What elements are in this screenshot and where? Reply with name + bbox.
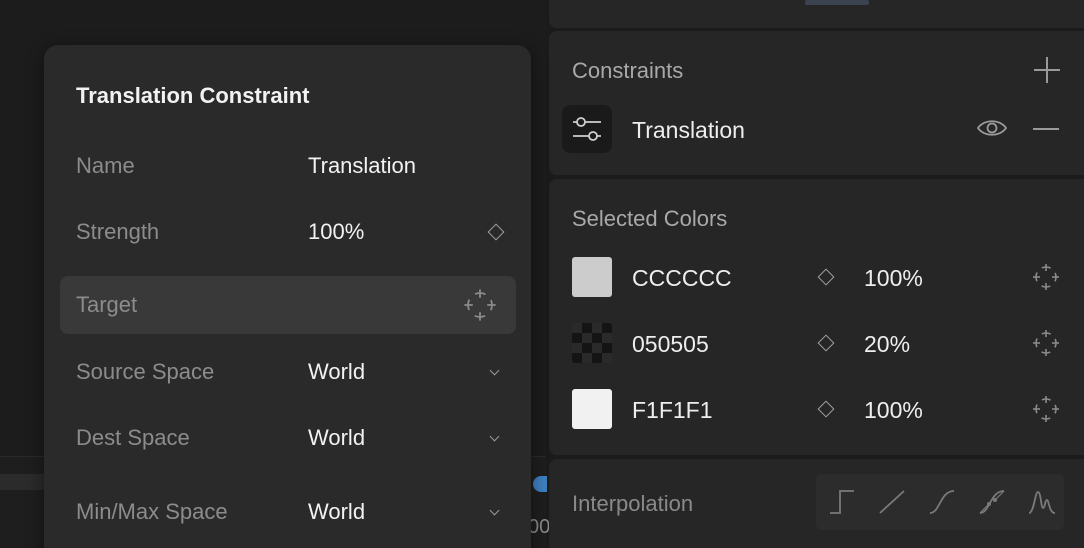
popover-title: Translation Constraint [76,83,310,108]
playhead-handle[interactable] [533,476,547,492]
property-label: Name [76,153,135,178]
custom-bezier-icon[interactable] [976,486,1008,518]
value-chip[interactable] [805,0,869,5]
remove-constraint-button[interactable] [1033,128,1059,130]
keyframe-diamond-icon[interactable] [487,223,505,241]
eye-icon[interactable] [976,117,1008,139]
color-opacity[interactable]: 100% [864,265,923,292]
chevron-down-icon[interactable] [489,365,500,376]
interpolation-panel: Interpolation [549,459,1084,548]
property-label: Source Space [76,359,215,384]
minmax-space-select[interactable]: World [308,499,365,525]
keyframe-diamond-icon[interactable] [817,334,835,352]
interpolation-modes [816,474,1064,530]
constraint-item[interactable]: Translation [562,103,1072,155]
property-row-minmax-space[interactable]: Min/Max Space World [60,483,516,541]
selected-colors-panel: Selected Colors CCCCCC 100% 050505 20% F… [549,179,1084,455]
sliders-icon [562,105,612,153]
timeline-frame-number: 00 [528,516,551,538]
constraint-label: Translation [632,117,745,143]
color-row[interactable]: CCCCCC 100% [572,255,1062,299]
color-hex[interactable]: F1F1F1 [632,397,713,424]
target-picker-icon[interactable] [462,287,498,323]
keyframe-diamond-icon[interactable] [817,268,835,286]
property-row-target[interactable]: Target [60,276,516,334]
property-row-source-space[interactable]: Source Space World [60,343,516,401]
property-label: Target [76,292,138,317]
color-hex[interactable]: CCCCCC [632,265,732,292]
property-row-dest-space[interactable]: Dest Space World [60,409,516,467]
linear-icon[interactable] [876,486,908,518]
name-field[interactable]: Translation [308,153,416,179]
property-label: Dest Space [76,425,190,450]
constraints-panel: Constraints Translation [549,31,1084,175]
property-label: Min/Max Space [76,499,228,524]
elastic-icon[interactable] [1026,486,1058,518]
keyframe-diamond-icon[interactable] [817,400,835,418]
color-swatch[interactable] [572,323,612,363]
color-swatch[interactable] [572,389,612,429]
crosshair-icon[interactable] [1031,394,1061,424]
interpolation-title: Interpolation [572,491,694,516]
chevron-down-icon[interactable] [489,505,500,516]
color-row[interactable]: F1F1F1 100% [572,387,1062,431]
hold-icon[interactable] [826,486,858,518]
strength-field[interactable]: 100% [308,219,364,245]
dest-space-select[interactable]: World [308,425,365,451]
chevron-down-icon[interactable] [489,431,500,442]
source-space-select[interactable]: World [308,359,365,385]
constraints-title: Constraints [572,58,684,83]
selected-colors-title: Selected Colors [572,206,728,231]
color-opacity[interactable]: 100% [864,397,923,424]
inspector-top-panel [549,0,1084,28]
crosshair-icon[interactable] [1031,328,1061,358]
crosshair-icon[interactable] [1031,262,1061,292]
color-swatch[interactable] [572,257,612,297]
color-hex[interactable]: 050505 [632,331,709,358]
add-constraint-button[interactable] [1034,57,1060,83]
property-label: Strength [76,219,160,244]
color-row[interactable]: 050505 20% [572,321,1062,365]
cubic-icon[interactable] [926,486,958,518]
property-row-name[interactable]: Name Translation [60,137,516,195]
translation-constraint-popover: Translation Constraint Name Translation … [44,45,531,548]
color-opacity[interactable]: 20% [864,331,910,358]
property-row-strength[interactable]: Strength 100% [60,203,516,261]
